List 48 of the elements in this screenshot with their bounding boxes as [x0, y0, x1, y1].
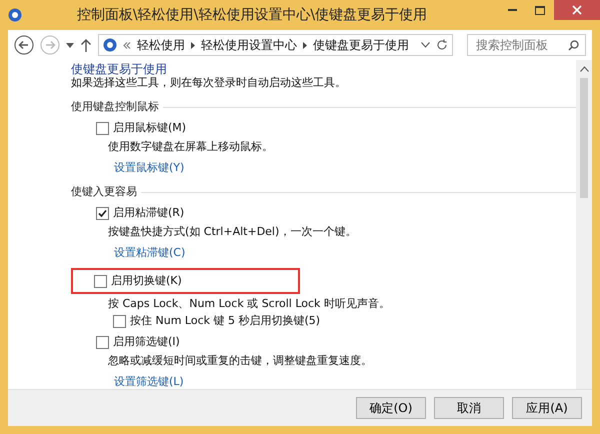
dialog-button[interactable]: 确定(O)	[356, 397, 426, 419]
checkbox[interactable]	[94, 274, 107, 288]
option-description: 按键盘快捷方式(如 Ctrl+Alt+Del)，一次一个键。	[108, 225, 358, 239]
scrollbar[interactable]	[576, 60, 592, 389]
checkbox[interactable]	[96, 336, 109, 348]
dialog-button[interactable]: 应用(A)	[512, 397, 582, 419]
checkbox[interactable]	[96, 122, 109, 134]
up-button[interactable]	[80, 38, 92, 52]
checkbox-label[interactable]: 启用鼠标键(M)	[113, 121, 186, 135]
page-heading-link[interactable]: 使键盘更易于使用	[71, 62, 167, 76]
arrow-icon	[191, 42, 195, 48]
option-description: 使用数字键盘在屏幕上移动鼠标。	[108, 140, 274, 154]
settings-link[interactable]: 设置粘滞键(C)	[114, 246, 186, 260]
scrollbar-thumb[interactable]	[580, 78, 588, 198]
checkbox[interactable]	[96, 206, 109, 220]
control-panel-icon	[8, 8, 22, 22]
maximize-icon	[535, 6, 545, 14]
checkbox[interactable]	[113, 314, 126, 328]
dropdown-caret-icon[interactable]	[421, 42, 430, 48]
refresh-icon[interactable]	[436, 39, 448, 51]
breadcrumb-item[interactable]: 轻松使用	[137, 36, 185, 54]
arrow-icon	[303, 42, 307, 48]
checkbox-label[interactable]: 启用粘滞键(R)	[113, 206, 184, 220]
option-description: 忽略或减缓短时间或重复的击键，调整键盘重复速度。	[108, 354, 373, 368]
checkbox-label[interactable]: 启用切换键(K)	[111, 274, 182, 288]
dropdown-caret-icon[interactable]	[66, 42, 74, 48]
settings-link[interactable]: 设置筛选键(L)	[114, 375, 184, 389]
back-button[interactable]	[14, 35, 34, 55]
option-description: 按 Caps Lock、Num Lock 或 Scroll Lock 时听见声音。	[108, 297, 391, 311]
intro-text: 如果选择这些工具，则在每次登录时自动启动这些工具。	[71, 76, 347, 90]
window-title: 控制面板\轻松使用\轻松使用设置中心\使键盘更易于使用	[76, 6, 428, 24]
scroll-up-icon[interactable]	[580, 66, 588, 72]
chevron-icon	[123, 42, 131, 48]
settings-link[interactable]: 设置鼠标键(Y)	[114, 161, 184, 175]
section-heading: 使用键盘控制鼠标	[71, 100, 159, 114]
close-icon	[572, 5, 582, 15]
close-button[interactable]	[554, 0, 600, 20]
control-panel-icon	[103, 38, 117, 52]
minimize-icon	[508, 9, 516, 11]
breadcrumb-item[interactable]: 轻松使用设置中心	[201, 36, 297, 54]
address-bar[interactable]: 轻松使用 轻松使用设置中心 使键盘更易于使用	[98, 34, 453, 56]
section-heading: 使键入更容易	[71, 185, 137, 199]
checkbox-label[interactable]: 启用筛选键(I)	[113, 335, 180, 349]
search-icon	[568, 40, 579, 50]
checkbox-label[interactable]: 按住 Num Lock 键 5 秒启用切换键(5)	[130, 314, 320, 328]
dialog-button[interactable]: 取消	[434, 397, 504, 419]
breadcrumb-item[interactable]: 使键盘更易于使用	[313, 36, 409, 54]
search-box[interactable]: 搜索控制面板	[467, 34, 586, 56]
